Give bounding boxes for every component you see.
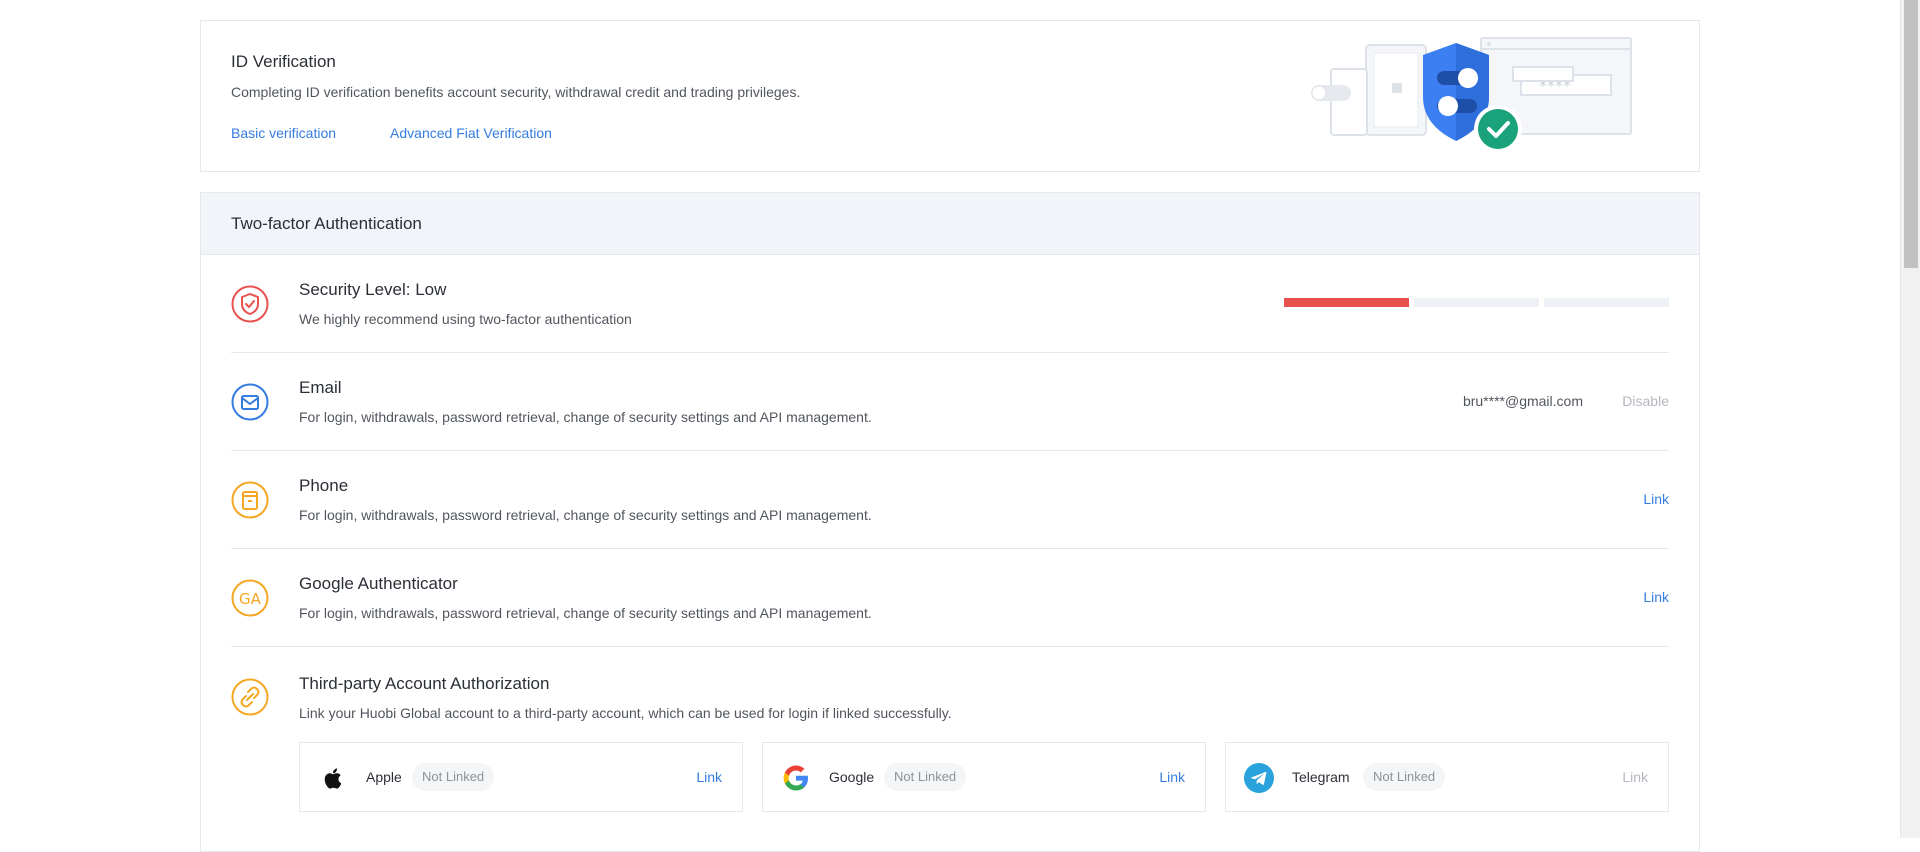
page-scrollbar[interactable] (1900, 0, 1920, 838)
google-link-button[interactable]: Link (1159, 769, 1185, 785)
id-verification-card: ID Verification Completing ID verificati… (200, 20, 1700, 172)
google-name: Google (829, 769, 875, 785)
google-status-badge: Not Linked (884, 763, 967, 791)
security-level-row: Security Level: Low We highly recommend … (231, 255, 1669, 353)
security-level-segment (1414, 298, 1539, 307)
apple-name: Apple (366, 769, 402, 785)
security-shield-illustration: **** (1311, 37, 1632, 153)
google-authenticator-icon: GA (231, 579, 269, 617)
email-title: Email (299, 378, 342, 397)
email-value: bru****@gmail.com (1462, 393, 1583, 409)
id-verification-description: Completing ID verification benefits acco… (231, 84, 801, 100)
advanced-fiat-verification-link[interactable]: Advanced Fiat Verification (390, 125, 552, 141)
google-authenticator-icon-text: GA (239, 590, 262, 608)
google-authenticator-link-button[interactable]: Link (1643, 589, 1669, 605)
two-factor-card: Two-factor Authentication Security Level… (200, 192, 1700, 852)
google-icon (783, 765, 808, 791)
phone-title: Phone (299, 476, 349, 495)
google-authenticator-title: Google Authenticator (299, 574, 458, 593)
google-authenticator-row: GA Google Authenticator For login, withd… (231, 549, 1669, 647)
security-shield-icon (231, 285, 269, 323)
telegram-account-card: Telegram Not Linked Link (1225, 742, 1669, 812)
third-party-accounts: Apple Not Linked Link Google Not Linked … (299, 742, 1669, 812)
id-verification-links: Basic verification Advanced Fiat Verific… (231, 125, 552, 141)
security-level-segment (1284, 298, 1409, 307)
email-description: For login, withdrawals, password retriev… (299, 409, 872, 425)
security-level-bar (1284, 298, 1669, 307)
apple-status-badge: Not Linked (412, 763, 495, 791)
phone-link-button[interactable]: Link (1643, 491, 1669, 507)
telegram-name: Telegram (1292, 769, 1350, 785)
chain-link-icon (231, 678, 269, 716)
two-factor-header: Two-factor Authentication (201, 193, 1699, 255)
apple-account-card: Apple Not Linked Link (299, 742, 743, 812)
telegram-icon (1244, 763, 1274, 793)
basic-verification-link[interactable]: Basic verification (231, 125, 336, 141)
telegram-status-badge: Not Linked (1363, 763, 1446, 791)
id-verification-title: ID Verification (231, 52, 336, 71)
email-disable-button[interactable]: Disable (1622, 393, 1669, 409)
apple-icon (324, 768, 342, 789)
phone-icon (231, 481, 269, 519)
phone-row: Phone For login, withdrawals, password r… (231, 451, 1669, 549)
google-account-card: Google Not Linked Link (762, 742, 1206, 812)
email-row: Email For login, withdrawals, password r… (231, 353, 1669, 451)
phone-description: For login, withdrawals, password retriev… (299, 507, 872, 523)
security-level-description: We highly recommend using two-factor aut… (299, 311, 632, 327)
google-authenticator-description: For login, withdrawals, password retriev… (299, 605, 872, 621)
security-settings-page: ID Verification Completing ID verificati… (0, 0, 1900, 852)
apple-link-button[interactable]: Link (696, 769, 722, 785)
scrollbar-thumb[interactable] (1904, 0, 1918, 268)
third-party-title: Third-party Account Authorization (299, 674, 550, 693)
security-level-segment (1544, 298, 1669, 307)
telegram-link-button[interactable]: Link (1622, 769, 1648, 785)
third-party-description: Link your Huobi Global account to a thir… (299, 705, 952, 721)
envelope-icon (231, 383, 269, 421)
security-level-title: Security Level: Low (299, 280, 447, 299)
